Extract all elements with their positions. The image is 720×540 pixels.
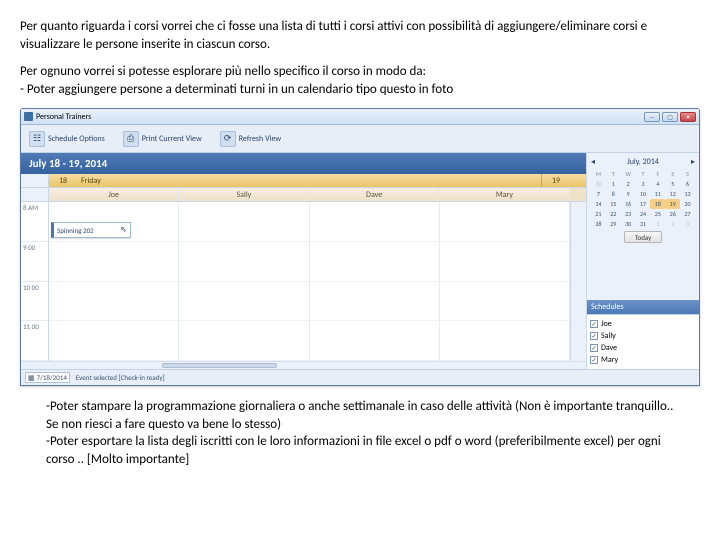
checkbox[interactable]: ✓ <box>590 320 598 328</box>
day-cell[interactable]: 18 <box>650 199 665 209</box>
calendar-small-icon: ▦ <box>28 373 35 382</box>
day-cell[interactable]: 28 <box>591 219 606 229</box>
day-cell[interactable]: 6 <box>680 179 695 189</box>
horizontal-scrollbar[interactable] <box>21 361 586 369</box>
checkbox[interactable]: ✓ <box>590 344 598 352</box>
day-cell[interactable]: 1 <box>606 179 621 189</box>
side-panel: ◂ July, 2014 ▸ MTWTFSS301234567891011121… <box>587 153 699 369</box>
day-cell[interactable]: 4 <box>650 179 665 189</box>
next-month-icon[interactable]: ▸ <box>691 157 695 167</box>
day-cell[interactable]: 1 <box>650 219 665 229</box>
day-cell[interactable]: 2 <box>621 179 636 189</box>
day-cell[interactable]: 3 <box>636 179 651 189</box>
trainer-col-mary[interactable]: Mary <box>440 188 570 201</box>
minimize-button[interactable]: — <box>644 112 660 122</box>
day-cell[interactable]: 9 <box>621 189 636 199</box>
schedule-item[interactable]: ✓Joe <box>590 318 696 330</box>
toolbar: ☷ Schedule Options ⎙ Print Current View … <box>21 125 699 153</box>
day-cell[interactable]: 13 <box>680 189 695 199</box>
time-label: 9 00 <box>21 242 48 282</box>
date-range-header: July 18 - 19, 2014 <box>21 153 586 174</box>
day-cell[interactable]: 16 <box>621 199 636 209</box>
month-calendar[interactable]: ◂ July, 2014 ▸ MTWTFSS301234567891011121… <box>587 153 699 251</box>
day-cell[interactable]: 8 <box>606 189 621 199</box>
checkbox[interactable]: ✓ <box>590 356 598 364</box>
day-cell[interactable]: 20 <box>680 199 695 209</box>
day-cell[interactable]: 31 <box>636 219 651 229</box>
day-number-19[interactable]: 19 <box>542 174 570 187</box>
day-cell[interactable]: 11 <box>650 189 665 199</box>
titlebar[interactable]: Personal Trainers — ▢ ✕ <box>21 109 699 125</box>
requirement-text-3: -Poter stampare la programmazione giorna… <box>20 396 700 468</box>
day-cell[interactable]: 22 <box>606 209 621 219</box>
schedule-item[interactable]: ✓Mary <box>590 354 696 366</box>
time-label: 8 AM <box>21 202 48 242</box>
time-label: 11 00 <box>21 321 48 361</box>
day-cell[interactable]: 24 <box>636 209 651 219</box>
day-cell[interactable]: 19 <box>665 199 680 209</box>
day-cell[interactable]: 23 <box>621 209 636 219</box>
cursor-icon: ⇖ <box>120 225 127 235</box>
prev-month-icon[interactable]: ◂ <box>591 157 595 167</box>
day-cell[interactable]: 25 <box>650 209 665 219</box>
day-cell[interactable]: 30 <box>621 219 636 229</box>
day-cell[interactable]: 17 <box>636 199 651 209</box>
maximize-button[interactable]: ▢ <box>662 112 678 122</box>
day-cell[interactable]: 10 <box>636 189 651 199</box>
schedule-item[interactable]: ✓Dave <box>590 342 696 354</box>
schedule-item[interactable]: ✓Sally <box>590 330 696 342</box>
print-button[interactable]: ⎙ Print Current View <box>119 127 206 150</box>
event-spinning-202[interactable]: Spinning 202 ⇖ <box>51 222 131 238</box>
trainer-col-dave[interactable]: Dave <box>310 188 440 201</box>
schedules-header: Schedules <box>587 300 699 314</box>
day-number-18[interactable]: 18 <box>49 174 77 187</box>
month-title: July, 2014 <box>627 157 659 167</box>
day-cell[interactable]: 14 <box>591 199 606 209</box>
schedule-options-button[interactable]: ☷ Schedule Options <box>25 127 109 150</box>
day-name-friday[interactable]: Friday <box>77 174 542 187</box>
refresh-button[interactable]: ⟳ Refresh View <box>216 127 285 150</box>
window-title: Personal Trainers <box>36 112 91 122</box>
time-label: 10 00 <box>21 282 48 322</box>
status-date-picker[interactable]: ▦ 7/18/2014 <box>25 372 70 383</box>
trainer-header: Joe Sally Dave Mary <box>21 188 586 202</box>
day-cell[interactable]: 5 <box>665 179 680 189</box>
day-header: 18 Friday 19 <box>21 174 586 188</box>
day-cell[interactable]: 3 <box>680 219 695 229</box>
trainer-col-sally[interactable]: Sally <box>179 188 309 201</box>
day-cell[interactable]: 12 <box>665 189 680 199</box>
day-cell[interactable]: 29 <box>606 219 621 229</box>
requirement-text-1: Per quanto riguarda i corsi vorrei che c… <box>20 18 700 53</box>
today-button[interactable]: Today <box>624 231 662 243</box>
schedule-grid[interactable]: 8 AM 9 00 10 00 11 00 Spinning 202 <box>21 202 586 361</box>
close-button[interactable]: ✕ <box>680 112 696 122</box>
printer-icon: ⎙ <box>123 131 139 147</box>
calendar-icon: ☷ <box>29 131 45 147</box>
trainer-col-joe[interactable]: Joe <box>49 188 179 201</box>
requirement-text-2: Per ognuno vorrei si potesse esplorare p… <box>20 63 700 98</box>
day-cell[interactable]: 21 <box>591 209 606 219</box>
app-icon <box>24 112 33 121</box>
status-message: Event selected [Check-in ready] <box>76 373 165 382</box>
day-cell[interactable]: 27 <box>680 209 695 219</box>
day-cell[interactable]: 7 <box>591 189 606 199</box>
refresh-icon: ⟳ <box>220 131 236 147</box>
day-cell[interactable]: 26 <box>665 209 680 219</box>
day-cell[interactable]: 15 <box>606 199 621 209</box>
scheduler-window: Personal Trainers — ▢ ✕ ☷ Schedule Optio… <box>20 108 700 386</box>
day-cell[interactable]: 30 <box>591 179 606 189</box>
day-cell[interactable]: 2 <box>665 219 680 229</box>
status-bar: ▦ 7/18/2014 Event selected [Check-in rea… <box>21 369 699 385</box>
checkbox[interactable]: ✓ <box>590 332 598 340</box>
